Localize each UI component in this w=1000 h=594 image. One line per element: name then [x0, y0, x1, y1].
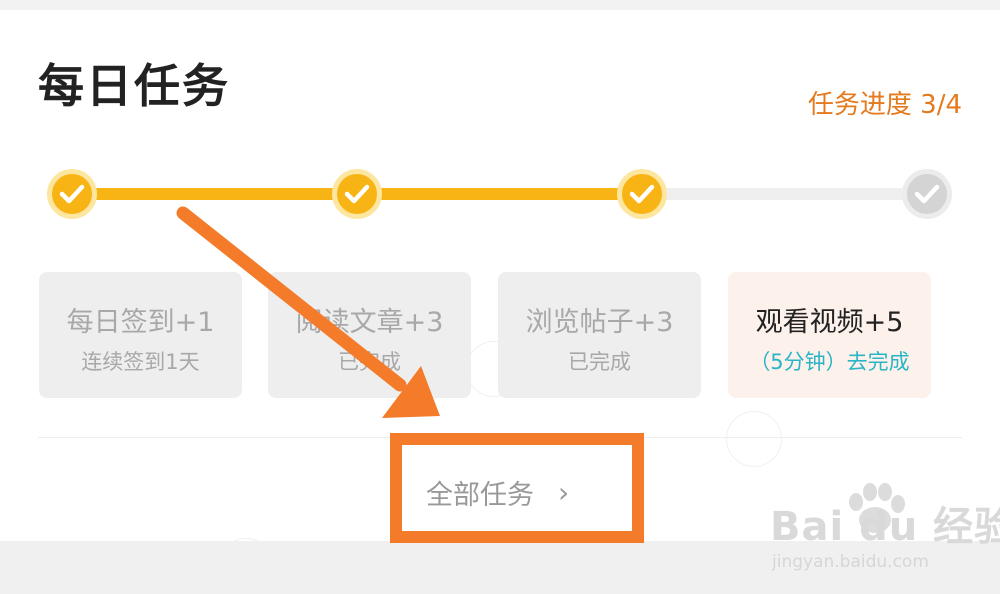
watermark-url: jingyan.baidu.com [772, 552, 929, 572]
watermark-brand: Bai du 经验 [770, 504, 1000, 550]
